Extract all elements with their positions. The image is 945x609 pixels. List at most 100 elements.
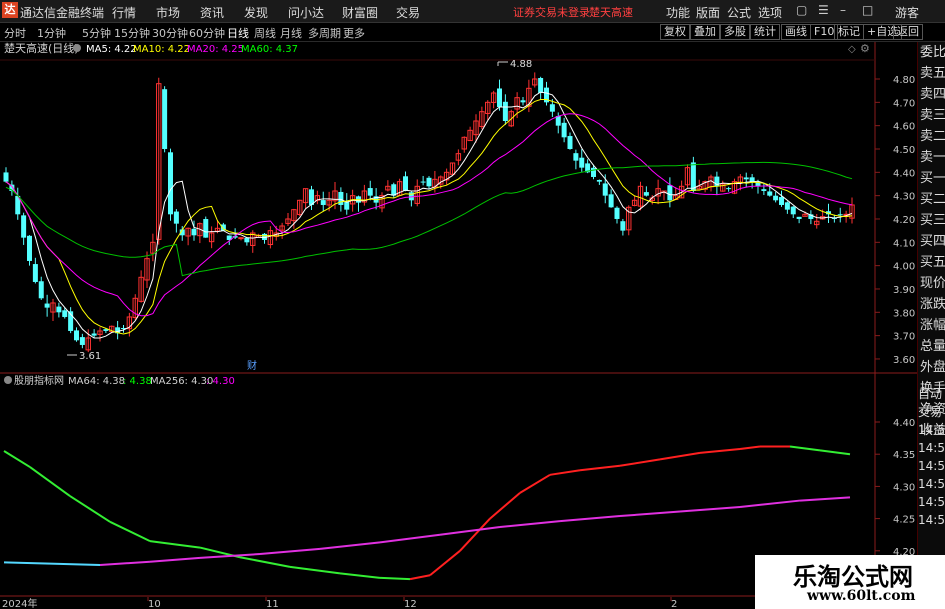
ma60-label: MA60: 4.37 [241, 44, 298, 55]
menu-quotes[interactable]: 行情 [112, 4, 136, 21]
tick-time: 14:56 [918, 495, 945, 509]
period-more[interactable]: 更多 [343, 25, 365, 41]
candle-body [761, 189, 767, 191]
auto-trade-label[interactable]: 自动 [917, 385, 945, 403]
candle-body [367, 188, 373, 196]
candle-body [773, 195, 779, 201]
login-warning[interactable]: 证券交易未登录 [513, 4, 590, 20]
quote-row[interactable]: 买一 [918, 168, 945, 189]
app-title: 通达信金融终端 [20, 6, 105, 20]
menu-trade[interactable]: 交易 [396, 4, 420, 21]
candle-body [426, 177, 432, 187]
candle-body [591, 167, 596, 177]
quote-row[interactable]: 卖三 [918, 105, 945, 126]
menu-market[interactable]: 市场 [156, 4, 180, 21]
ma64-line [3, 450, 31, 468]
ma256-line [499, 520, 561, 528]
top-stock-name[interactable]: 楚天高速 [589, 4, 633, 20]
menu-layout[interactable]: 版面 [696, 4, 720, 21]
settings-icon[interactable]: ☰ [818, 3, 829, 17]
quote-row[interactable]: 卖二 [918, 126, 945, 147]
period-5min[interactable]: 5分钟 [82, 25, 111, 41]
ma20-line [5, 113, 853, 317]
quote-row[interactable]: 总量 [918, 336, 945, 357]
multi-stock-button[interactable]: 多股 [720, 24, 750, 40]
candle-body [44, 303, 50, 308]
watermark-title: 乐淘公式网 [793, 562, 913, 591]
quote-row[interactable]: 买四 [918, 231, 945, 252]
settings-gear-icon[interactable]: ⚙ [860, 42, 870, 55]
period-15min[interactable]: 15分钟 [114, 25, 150, 41]
sub-settings-dot-icon[interactable] [4, 376, 12, 384]
menu-formula[interactable]: 公式 [727, 4, 751, 21]
trade-label[interactable]: 交易 [917, 403, 945, 421]
ma64-line [29, 466, 71, 497]
period-30min[interactable]: 30分钟 [152, 25, 188, 41]
tick-time: 14:56 [918, 477, 945, 491]
menu-ask[interactable]: 问小达 [288, 4, 324, 21]
quote-row[interactable]: 卖一 [918, 147, 945, 168]
period-daily[interactable]: 日线 [227, 25, 249, 41]
y-tick-label: 4.30 [893, 192, 915, 203]
candle-body [561, 122, 567, 138]
period-weekly[interactable]: 周线 [254, 25, 276, 41]
quote-row[interactable]: 涨跌 [918, 294, 945, 315]
ma64-line [519, 473, 551, 494]
period-monthly[interactable]: 月线 [280, 25, 302, 41]
ma256-line [99, 560, 151, 566]
kline-chart-area[interactable]: 楚天高速(日线) MA5: 4.22 MA10: 4.22 MA20: 4.25… [0, 42, 917, 609]
finance-marker[interactable]: 财 [247, 359, 257, 372]
candle-body [32, 264, 38, 282]
watermark: 乐淘公式网 www.60lt.com [755, 555, 945, 609]
mark-button[interactable]: 标记 [834, 24, 864, 40]
draw-line-button[interactable]: 画线 [781, 24, 811, 40]
menu-options[interactable]: 选项 [758, 4, 782, 21]
menu-news[interactable]: 资讯 [200, 4, 224, 21]
quote-row[interactable]: 买五 [918, 252, 945, 273]
period-1min[interactable]: 1分钟 [37, 25, 66, 41]
candle-body [79, 337, 85, 345]
quote-row[interactable]: 卖四 [918, 84, 945, 105]
candle-body [74, 330, 79, 341]
candle-body [320, 200, 326, 205]
maximize-icon[interactable]: □ [862, 3, 873, 17]
y-tick-label: 4.40 [893, 418, 915, 429]
x-label-dec: 12 [404, 599, 417, 609]
ma256-line [619, 510, 681, 518]
menu-discover[interactable]: 发现 [244, 4, 268, 21]
period-60min[interactable]: 60分钟 [189, 25, 225, 41]
period-tick[interactable]: 分时 [4, 25, 26, 41]
quote-row[interactable]: 买三 [918, 210, 945, 231]
ma256-line [379, 533, 441, 544]
settings-dot-icon[interactable] [73, 44, 81, 52]
candle-body [420, 181, 426, 183]
period-multi[interactable]: 多周期 [308, 25, 341, 41]
candle-body [726, 188, 732, 190]
back-button[interactable]: 返回 [893, 24, 923, 40]
quote-row[interactable]: 卖五 [918, 63, 945, 84]
ma64-line [289, 565, 341, 575]
y-tick-label: 4.30 [893, 482, 915, 493]
adjust-button[interactable]: 复权 [660, 24, 690, 40]
scroll-up-icon[interactable]: ◇ [848, 44, 856, 55]
menu-wealth[interactable]: 财富圈 [342, 4, 378, 21]
minimize-icon[interactable]: – [840, 3, 846, 17]
quote-row[interactable]: 外盘 [918, 357, 945, 378]
ma64-line [69, 495, 111, 523]
quote-row[interactable]: 委比 [918, 42, 945, 63]
quote-row[interactable]: 买二 [918, 189, 945, 210]
overlay-button[interactable]: 叠加 [690, 24, 720, 40]
stats-button[interactable]: 统计 [750, 24, 780, 40]
quote-row[interactable]: 涨幅 [918, 315, 945, 336]
candle-body [91, 333, 97, 336]
skin-icon[interactable]: ▢ [796, 3, 807, 17]
guest-label[interactable]: 游客 [895, 4, 919, 21]
candle-body [549, 104, 555, 112]
trade-panel: 自动 交易 14:56 14:56 14:56 14:56 14:56 14:5… [917, 385, 945, 527]
candle-body [56, 306, 62, 313]
menu-function[interactable]: 功能 [666, 4, 690, 21]
candle-body [203, 219, 209, 238]
app-logo-icon: 达 [2, 2, 18, 18]
candle-body [244, 237, 250, 243]
quote-row[interactable]: 现价 [918, 273, 945, 294]
